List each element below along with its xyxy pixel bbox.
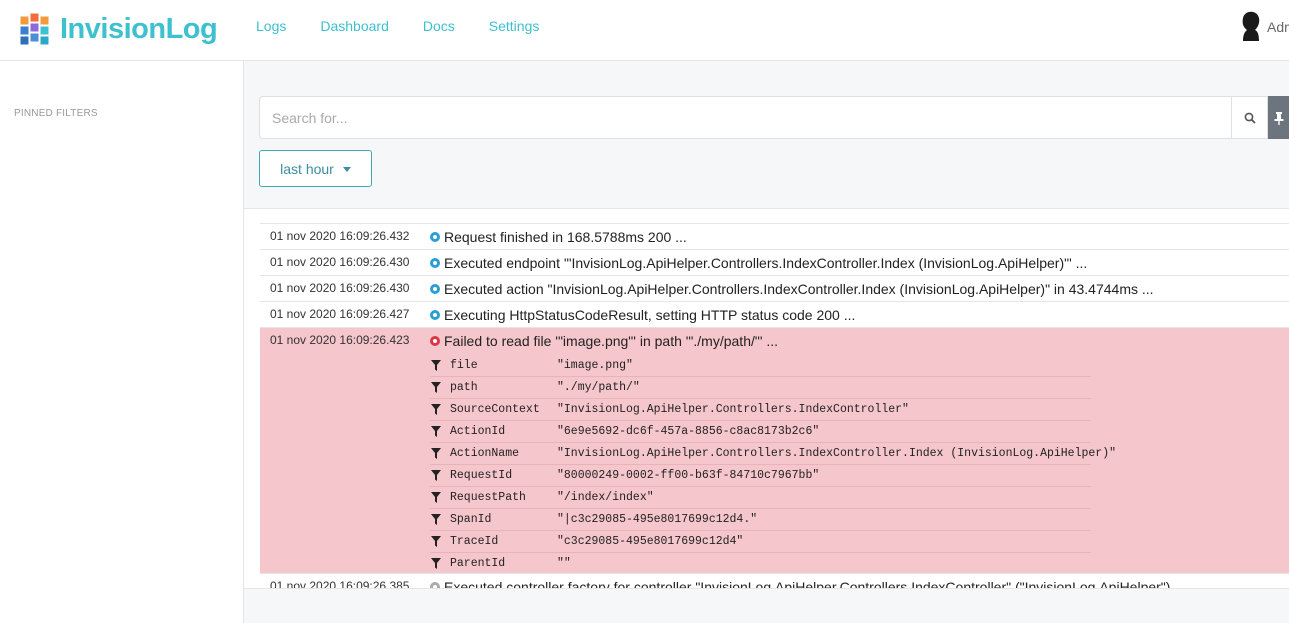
property-value: "|c3c29085-495e8017699c12d4." [557,513,758,526]
property-value: "InvisionLog.ApiHelper.Controllers.Index… [557,403,909,416]
user-name: Adm [1267,18,1289,35]
caret-down-icon [342,167,351,172]
main-nav: Logs Dashboard Docs Settings [256,18,573,34]
log-message-text: Failed to read file '"image.png"' in pat… [444,333,779,349]
filter-icon[interactable] [431,536,441,547]
filter-icon[interactable] [431,492,441,503]
property-key: file [450,359,478,372]
log-row-error-expanded[interactable]: 01 nov 2020 16:09:26.423 Failed to read … [260,327,1289,573]
log-message-text: Executed action "InvisionLog.ApiHelper.C… [444,281,1154,297]
log-message-text: Request finished in 168.5788ms 200 ... [444,229,687,245]
property-key: TraceId [450,535,499,548]
pinned-filters-title: PINNED FILTERS [14,108,98,119]
cube-logo-icon [19,12,50,46]
user-menu[interactable]: Adm [1237,11,1289,42]
property-value: "6e9e5692-dc6f-457a-8856-c8ac8173b2c6" [557,425,820,438]
property-value: "80000249-0002-ff00-b63f-84710c7967bb" [557,469,820,482]
filter-icon[interactable] [431,426,441,437]
info-level-icon [430,284,440,294]
property-row: file "image.png" [430,355,1091,377]
avatar [1242,11,1260,41]
filter-icon[interactable] [431,382,441,393]
property-key: ParentId [450,557,506,570]
filter-icon[interactable] [431,448,441,459]
filter-icon[interactable] [431,558,441,569]
filter-icon[interactable] [431,404,441,415]
property-row: SourceContext "InvisionLog.ApiHelper.Con… [430,399,1091,421]
log-timestamp: 01 nov 2020 16:09:26.385 [270,579,410,589]
log-properties: file "image.png" path "./my/path/" Sourc… [430,355,1116,575]
info-level-icon [430,232,440,242]
info-level-icon [430,310,440,320]
filter-icon[interactable] [431,514,441,525]
property-key: ActionName [450,447,520,460]
log-timestamp: 01 nov 2020 16:09:26.432 [270,229,410,243]
log-row[interactable]: 01 nov 2020 16:09:26.427 Executing HttpS… [260,301,1289,327]
brand-name: InvisionLog [60,12,218,45]
filter-icon[interactable] [431,360,441,371]
nav-logs[interactable]: Logs [256,18,286,34]
property-row: SpanId "|c3c29085-495e8017699c12d4." [430,509,1091,531]
error-level-icon [430,336,440,346]
property-value: "image.png" [557,359,633,372]
filter-icon[interactable] [431,470,441,481]
property-row: RequestId "80000249-0002-ff00-b63f-84710… [430,465,1091,487]
log-row[interactable]: 01 nov 2020 16:09:26.430 Executed endpoi… [260,249,1289,275]
property-value: "c3c29085-495e8017699c12d4" [557,535,744,548]
log-timestamp: 01 nov 2020 16:09:26.430 [270,255,410,269]
brand-logo[interactable]: InvisionLog [16,10,218,48]
log-message-text: Executed controller factory for controll… [444,579,1171,589]
log-message: Request finished in 168.5788ms 200 ... [430,229,687,245]
search-button[interactable] [1231,96,1268,139]
log-timestamp: 01 nov 2020 16:09:26.423 [270,333,410,347]
property-row: ParentId "" [430,553,1091,575]
property-row: RequestPath "/index/index" [430,487,1091,509]
property-value: "./my/path/" [557,381,640,394]
property-value: "" [557,557,571,570]
log-list: 01 nov 2020 16:09:26.432 Request finishe… [260,223,1289,589]
log-message: Executing HttpStatusCodeResult, setting … [430,307,855,323]
info-level-icon [430,258,440,268]
log-message: Executed action "InvisionLog.ApiHelper.C… [430,281,1154,297]
nav-docs[interactable]: Docs [423,18,455,34]
time-range-label: last hour [280,160,334,177]
debug-level-icon [430,582,440,588]
top-header: InvisionLog Logs Dashboard Docs Settings… [0,0,1289,61]
log-panel: 01 nov 2020 16:09:26.432 Request finishe… [244,208,1289,589]
sidebar: PINNED FILTERS [0,61,244,623]
property-key: ActionId [450,425,506,438]
property-row: path "./my/path/" [430,377,1091,399]
log-message: Executed endpoint '"InvisionLog.ApiHelpe… [430,255,1087,271]
pin-icon [1274,111,1284,125]
property-row: ActionId "6e9e5692-dc6f-457a-8856-c8ac81… [430,421,1091,443]
pin-filter-button[interactable] [1268,96,1289,139]
log-row[interactable]: 01 nov 2020 16:09:26.430 Executed action… [260,275,1289,301]
log-timestamp: 01 nov 2020 16:09:26.427 [270,307,410,321]
property-key: path [450,381,478,394]
property-value: "InvisionLog.ApiHelper.Controllers.Index… [557,447,1116,460]
property-row: ActionName "InvisionLog.ApiHelper.Contro… [430,443,1116,465]
property-key: SourceContext [450,403,540,416]
property-key: SpanId [450,513,492,526]
log-message: Failed to read file '"image.png"' in pat… [430,333,778,349]
log-row[interactable]: 01 nov 2020 16:09:26.432 Request finishe… [260,223,1289,249]
search-icon [1244,112,1256,124]
nav-settings[interactable]: Settings [489,18,540,34]
nav-dashboard[interactable]: Dashboard [320,18,389,34]
search-bar [259,96,1289,139]
property-row: TraceId "c3c29085-495e8017699c12d4" [430,531,1091,553]
log-timestamp: 01 nov 2020 16:09:26.430 [270,281,410,295]
log-message-text: Executed endpoint '"InvisionLog.ApiHelpe… [444,255,1088,271]
property-value: "/index/index" [557,491,654,504]
log-message: Executed controller factory for controll… [430,579,1171,589]
log-message-text: Executing HttpStatusCodeResult, setting … [444,307,856,323]
search-input[interactable] [259,96,1232,139]
property-key: RequestId [450,469,513,482]
log-row[interactable]: 01 nov 2020 16:09:26.385 Executed contro… [260,573,1289,589]
time-range-dropdown[interactable]: last hour [259,150,372,187]
property-key: RequestPath [450,491,526,504]
